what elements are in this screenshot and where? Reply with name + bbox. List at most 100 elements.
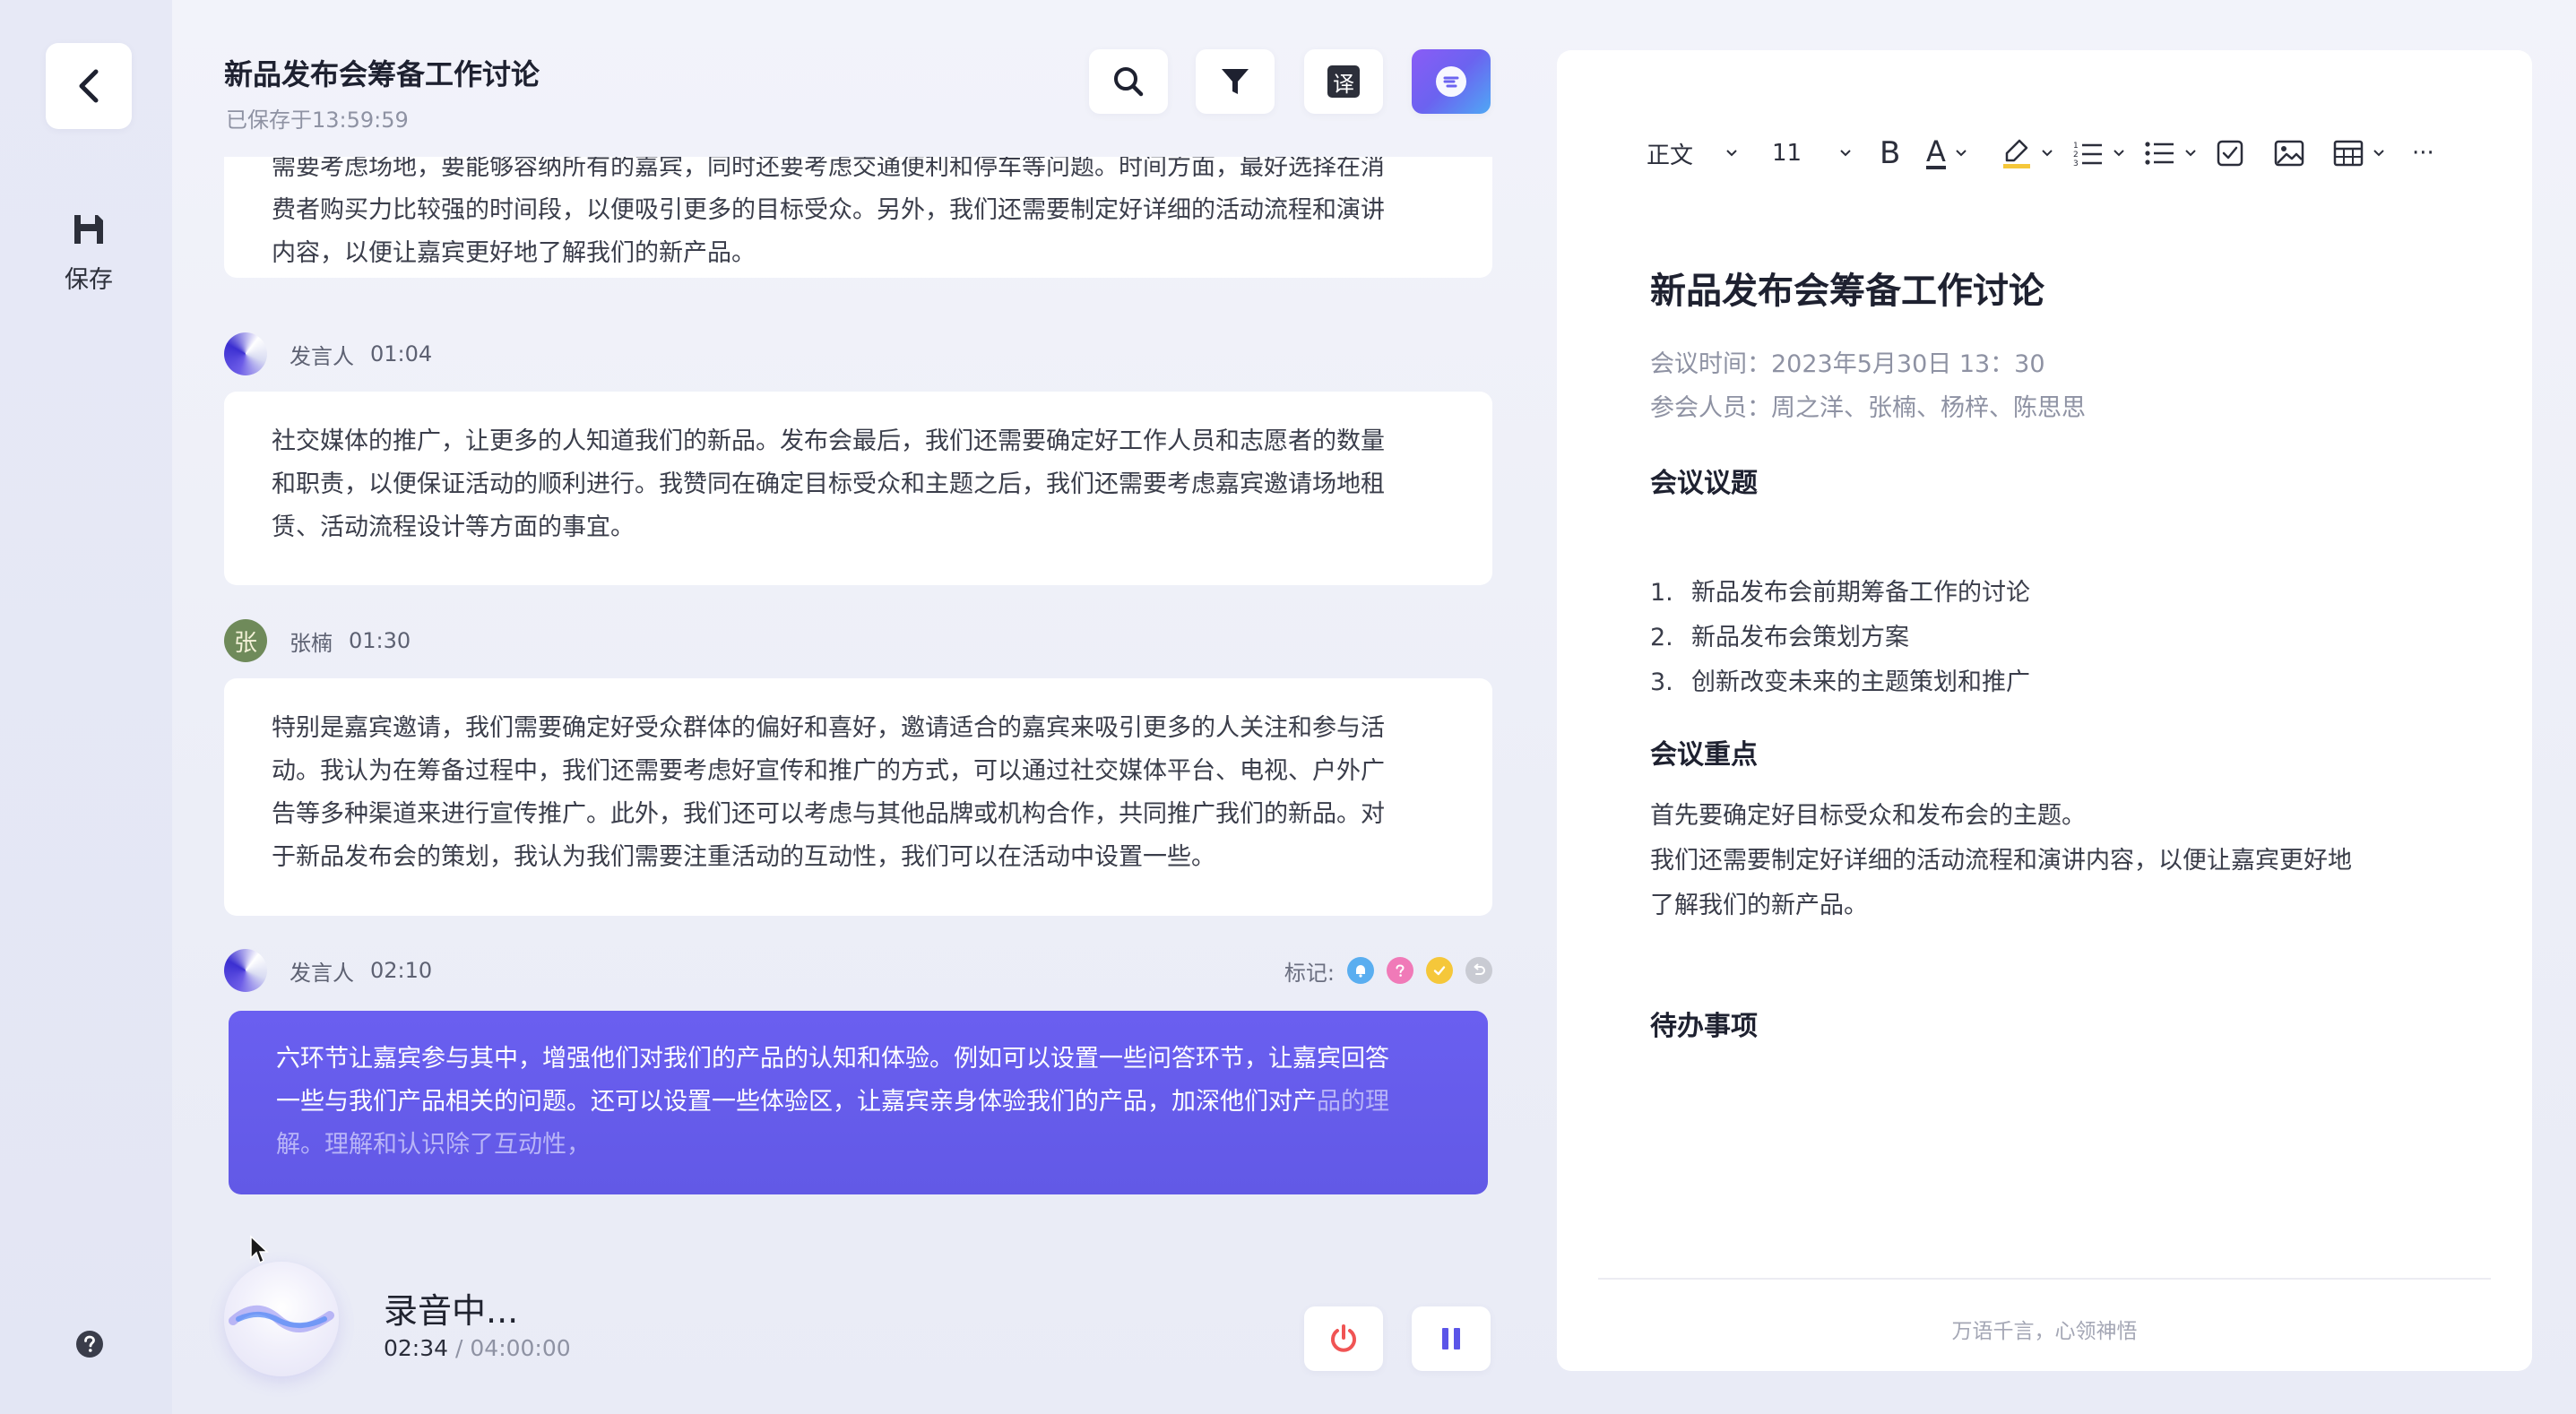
agenda-heading[interactable]: 会议议题 xyxy=(1650,461,1758,500)
notes-editor[interactable]: 正文 11 B A 1 2 3 ··· 新品发布会筹备工作讨论 会议时间：202… xyxy=(1557,50,2532,1371)
checklist-button[interactable] xyxy=(2217,140,2274,167)
more-options-button[interactable]: ··· xyxy=(2412,140,2448,167)
list-number: 1. xyxy=(1650,579,1673,607)
list-item: 2. 新品发布会策划方案 xyxy=(1650,616,2030,660)
svg-text:2: 2 xyxy=(2073,151,2079,160)
bold-button[interactable]: B xyxy=(1880,135,1926,171)
font-size-select[interactable]: 11 xyxy=(1772,140,1880,167)
save-icon xyxy=(74,215,103,244)
chevron-down-icon xyxy=(2185,150,2196,157)
transcript-line: 一些与我们产品相关的问题。还可以设置一些体验区，让嘉宾亲身体验我们的产品，加深他… xyxy=(276,1081,1423,1124)
chevron-down-icon xyxy=(1840,150,1851,157)
list-number: 3. xyxy=(1650,668,1673,696)
transcript-card: 需要考虑场地，要能够容纳所有的嘉宾，同时还要考虑交通便利和停车等问题。时间方面，… xyxy=(224,157,1492,278)
chevron-down-icon xyxy=(1726,150,1737,157)
speaker-row: 发言人 02:10 标记: xyxy=(224,948,1492,993)
transcript-line: 六环节让嘉宾参与其中，增强他们对我们的产品的认知和体验。例如可以设置一些问答环节… xyxy=(276,1045,1389,1073)
paragraph-line: 了解我们的新产品。 xyxy=(1650,892,1868,919)
filter-button[interactable] xyxy=(1196,49,1275,114)
transcript-card: 社交媒体的推广，让更多的人知道我们的新品。发布会最后，我们还需要确定好工作人员和… xyxy=(224,392,1492,585)
speaker-name: 张楠 xyxy=(290,630,333,656)
list-item: 1. 新品发布会前期筹备工作的讨论 xyxy=(1650,571,2030,616)
speaker-name: 发言人 xyxy=(290,960,354,986)
highlighter-icon xyxy=(2003,139,2030,168)
insert-table-button[interactable] xyxy=(2333,140,2412,167)
search-button[interactable] xyxy=(1089,49,1168,114)
save-button[interactable]: 保存 xyxy=(41,211,136,310)
speaker-avatar: 张 xyxy=(224,619,267,662)
insert-image-button[interactable] xyxy=(2274,140,2333,167)
page-title: 新品发布会筹备工作讨论 xyxy=(224,57,540,91)
meeting-time[interactable]: 会议时间：2023年5月30日 13：30 xyxy=(1650,344,2045,379)
transcript-line: 告等多种渠道来进行宣传推广。此外，我们还可以考虑与其他品牌或机构合作，共同推广我… xyxy=(272,800,1385,828)
key-points-text[interactable]: 首先要确定好目标受众和发布会的主题。 我们还需要制定好详细的活动流程和演讲内容，… xyxy=(1650,794,2457,928)
more-icon: ··· xyxy=(2412,140,2434,167)
document-title[interactable]: 新品发布会筹备工作讨论 xyxy=(1650,262,2044,314)
back-button[interactable] xyxy=(46,43,132,129)
key-points-heading[interactable]: 会议重点 xyxy=(1650,732,1758,772)
question-mark-icon[interactable] xyxy=(1387,957,1413,984)
transcript-line: 特别是嘉宾邀请，我们需要确定好受众群体的偏好和喜好，邀请适合的嘉宾来吸引更多的人… xyxy=(272,714,1385,742)
highlight-button[interactable] xyxy=(2001,137,2073,169)
bullet-list-button[interactable] xyxy=(2145,140,2217,167)
ordered-list-icon: 1 2 3 xyxy=(2073,142,2102,167)
ai-assistant-button[interactable] xyxy=(1412,49,1491,114)
chevron-down-icon xyxy=(2114,150,2124,157)
font-color-button[interactable]: A xyxy=(1926,137,2001,169)
check-mark-icon[interactable] xyxy=(1426,957,1453,984)
agenda-list[interactable]: 1. 新品发布会前期筹备工作的讨论 2. 新品发布会策划方案 3. 创新改变未来的主题… xyxy=(1650,571,2030,705)
transcript-line: 需要考虑场地，要能够容纳所有的嘉宾，同时还要考虑交通便利和停车等问题。时间方面，… xyxy=(272,157,1385,181)
ai-brain-icon xyxy=(1436,66,1466,97)
pause-icon xyxy=(1442,1328,1460,1349)
left-rail: 保存 xyxy=(0,0,172,1414)
todo-heading[interactable]: 待办事项 xyxy=(1650,1004,1758,1043)
elapsed-time: 02:34 xyxy=(384,1335,449,1361)
paragraph-line: 首先要确定好目标受众和发布会的主题。 xyxy=(1650,802,2086,830)
undo-mark-icon[interactable] xyxy=(1465,957,1492,984)
speaker-row: 张 张楠 01:30 xyxy=(224,618,1492,663)
svg-text:3: 3 xyxy=(2073,160,2079,167)
editor-footer-slogan: 万语千言，心领神悟 xyxy=(1951,1320,2138,1343)
paragraph-style-select[interactable]: 正文 xyxy=(1647,137,1772,170)
image-icon xyxy=(2274,140,2304,167)
transcript-list[interactable]: 需要考虑场地，要能够容纳所有的嘉宾，同时还要考虑交通便利和停车等问题。时间方面，… xyxy=(224,157,1492,1210)
chevron-down-icon xyxy=(2373,150,2384,157)
mark-group: 标记: xyxy=(1284,955,1492,987)
waveform-icon xyxy=(229,1305,334,1333)
transcript-card-active: 六环节让嘉宾参与其中，增强他们对我们的产品的认知和体验。例如可以设置一些问答环节… xyxy=(229,1011,1488,1194)
total-time: 04:00:00 xyxy=(470,1335,571,1361)
save-label: 保存 xyxy=(65,266,113,294)
recording-status: 录音中... xyxy=(384,1291,519,1331)
list-item: 3. 创新改变未来的主题策划和推广 xyxy=(1650,660,2030,705)
chevron-down-icon xyxy=(2042,150,2053,157)
help-icon[interactable] xyxy=(75,1330,104,1358)
translate-button[interactable]: 译 xyxy=(1304,49,1383,114)
transcript-line: 内容，以便让嘉宾更好地了解我们的新产品。 xyxy=(272,239,756,267)
transcript-line: 于新品发布会的策划，我认为我们需要注重活动的互动性，我们可以在活动中设置一些。 xyxy=(272,843,1215,871)
stop-recording-button[interactable] xyxy=(1304,1306,1383,1371)
svg-text:1: 1 xyxy=(2073,142,2079,151)
chevron-down-icon xyxy=(1956,150,1967,157)
transcript-line: 和职责，以便保证活动的顺利进行。我赞同在确定目标受众和主题之后，我们还需要考虑嘉… xyxy=(272,470,1385,498)
footer-divider xyxy=(1598,1278,2491,1280)
bold-icon: B xyxy=(1880,135,1901,171)
pause-recording-button[interactable] xyxy=(1412,1306,1491,1371)
app-window: 保存 新品发布会筹备工作讨论 已保存于13:59:59 译 需要考虑场地，要能够… xyxy=(0,0,2576,1414)
transcript-card: 特别是嘉宾邀请，我们需要确定好受众群体的偏好和喜好，邀请适合的嘉宾来吸引更多的人… xyxy=(224,678,1492,916)
list-text: 新品发布会前期筹备工作的讨论 xyxy=(1691,579,2030,607)
speaker-avatar xyxy=(224,949,267,992)
ordered-list-button[interactable]: 1 2 3 xyxy=(2073,140,2145,167)
speaker-row: 发言人 01:04 xyxy=(224,332,1492,376)
saved-status: 已保存于13:59:59 xyxy=(226,108,409,133)
meeting-attendees[interactable]: 参会人员：周之洋、张楠、杨梓、陈思思 xyxy=(1650,388,2086,423)
bell-mark-icon[interactable] xyxy=(1347,957,1374,984)
speaker-time: 02:10 xyxy=(370,958,433,983)
speaker-avatar xyxy=(224,332,267,375)
list-number: 2. xyxy=(1650,624,1673,651)
transcript-line: 费者购买力比较强的时间段，以便吸引更多的目标受众。另外，我们还需要制定好详细的活… xyxy=(272,196,1385,224)
search-icon xyxy=(1114,67,1144,97)
list-text: 创新改变未来的主题策划和推广 xyxy=(1691,668,2030,696)
checkbox-icon xyxy=(2217,140,2243,167)
marks-label: 标记: xyxy=(1284,960,1335,986)
paragraph-style-value: 正文 xyxy=(1647,142,1694,169)
